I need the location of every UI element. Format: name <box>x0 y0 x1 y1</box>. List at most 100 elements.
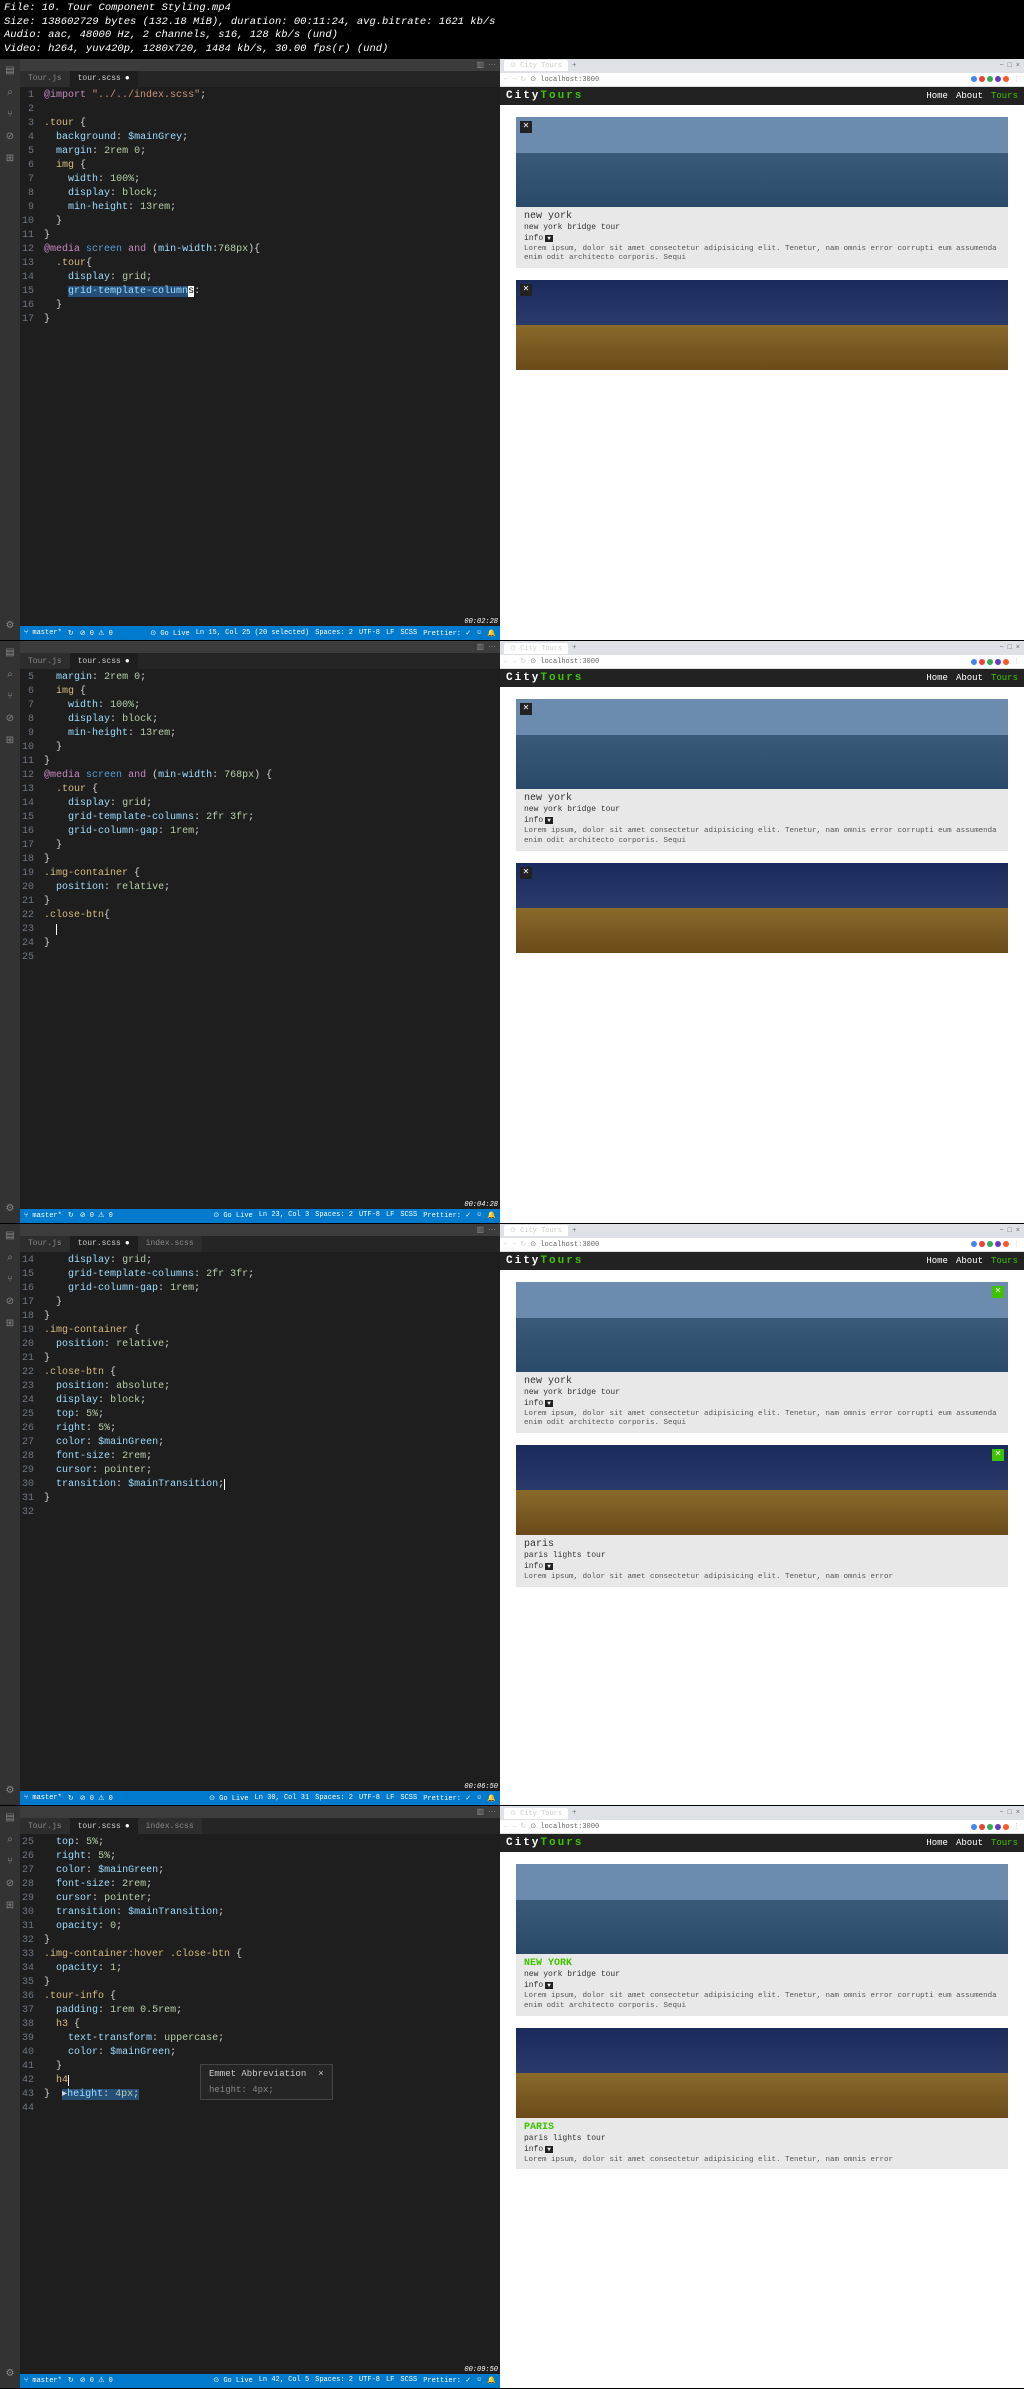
nav-link[interactable]: Home <box>926 673 948 683</box>
git-icon[interactable]: ⑂ <box>4 1856 16 1868</box>
url-bar[interactable]: ⊙ localhost:3000 <box>530 1822 967 1831</box>
bell-icon[interactable]: 🔔 <box>487 1211 496 1220</box>
reload-icon[interactable]: ↻ <box>520 1240 526 1249</box>
feedback-icon[interactable]: ☺ <box>477 1211 481 1220</box>
cursor-pos[interactable]: Ln 15, Col 25 (20 selected) <box>196 629 309 638</box>
url-bar[interactable]: ⊙ localhost:3000 <box>530 1240 967 1249</box>
code-area[interactable]: 5678910111213141516171819202122232425 ma… <box>20 669 500 1209</box>
editor-tab[interactable]: Tour.js <box>20 653 70 669</box>
files-icon[interactable]: ▤ <box>4 65 16 77</box>
maximize-icon[interactable]: □ <box>1008 1809 1012 1817</box>
git-branch[interactable]: ⑂ master* <box>24 1794 62 1802</box>
code-content[interactable]: top: 5%; right: 5%; color: $mainGreen; f… <box>40 1834 500 2374</box>
close-icon[interactable]: × <box>1016 1809 1020 1817</box>
git-branch[interactable]: ⑂ master* <box>24 629 62 637</box>
files-icon[interactable]: ▤ <box>4 1812 16 1824</box>
browser-tab[interactable]: ⊙ City Tours <box>504 643 568 654</box>
nav-link[interactable]: About <box>956 91 983 101</box>
debug-icon[interactable]: ⊘ <box>4 131 16 143</box>
close-icon[interactable]: ✕ <box>520 121 532 133</box>
more-icon[interactable]: ⋯ <box>488 1807 496 1817</box>
extensions-icon[interactable]: ⊞ <box>4 1318 16 1330</box>
bell-icon[interactable]: 🔔 <box>487 629 496 638</box>
new-tab-icon[interactable]: + <box>572 62 576 70</box>
files-icon[interactable]: ▤ <box>4 647 16 659</box>
bell-icon[interactable]: 🔔 <box>487 1794 496 1803</box>
search-icon[interactable]: ⌕ <box>4 87 16 99</box>
editor-tab[interactable]: index.scss <box>138 1236 202 1252</box>
gear-icon[interactable]: ⚙ <box>4 1785 16 1797</box>
close-icon[interactable]: ✕ <box>520 703 532 715</box>
git-icon[interactable]: ⑂ <box>4 691 16 703</box>
nav-link[interactable]: About <box>956 1838 983 1848</box>
code-content[interactable]: margin: 2rem 0; img { width: 100%; displ… <box>40 669 500 1209</box>
code-area[interactable]: 14151617181920212223242526272829303132 d… <box>20 1252 500 1792</box>
close-icon[interactable]: × <box>318 2069 323 2079</box>
nav-link[interactable]: Tours <box>991 1256 1018 1266</box>
split-icon[interactable]: ▥ <box>476 1807 484 1817</box>
back-icon[interactable]: ← <box>504 658 508 666</box>
maximize-icon[interactable]: □ <box>1008 1227 1012 1235</box>
menu-icon[interactable]: ⋮ <box>1013 1822 1020 1831</box>
cursor-pos[interactable]: Ln 30, Col 31 <box>255 1794 310 1803</box>
new-tab-icon[interactable]: + <box>572 644 576 652</box>
menu-icon[interactable]: ⋮ <box>1013 75 1020 84</box>
close-icon[interactable]: ✕ <box>520 867 532 879</box>
gear-icon[interactable]: ⚙ <box>4 620 16 632</box>
debug-icon[interactable]: ⊘ <box>4 1296 16 1308</box>
nav-link[interactable]: Tours <box>991 1838 1018 1848</box>
feedback-icon[interactable]: ☺ <box>477 1794 481 1803</box>
minimize-icon[interactable]: − <box>999 1227 1003 1235</box>
more-icon[interactable]: ⋯ <box>488 642 496 652</box>
close-icon[interactable]: ✕ <box>992 1286 1004 1298</box>
more-icon[interactable]: ⋯ <box>488 1225 496 1235</box>
git-branch[interactable]: ⑂ master* <box>24 1212 62 1220</box>
extensions-icon[interactable]: ⊞ <box>4 1900 16 1912</box>
go-live[interactable]: ⊙ Go Live <box>213 1211 252 1220</box>
gear-icon[interactable]: ⚙ <box>4 2368 16 2380</box>
reload-icon[interactable]: ↻ <box>520 75 526 84</box>
forward-icon[interactable]: → <box>512 1823 516 1831</box>
new-tab-icon[interactable]: + <box>572 1227 576 1235</box>
debug-icon[interactable]: ⊘ <box>4 1878 16 1890</box>
go-live[interactable]: ⊙ Go Live <box>209 1794 248 1803</box>
search-icon[interactable]: ⌕ <box>4 1834 16 1846</box>
nav-link[interactable]: Home <box>926 91 948 101</box>
editor-tab[interactable]: tour.scss ● <box>70 1236 138 1252</box>
back-icon[interactable]: ← <box>504 75 508 83</box>
sync-icon[interactable]: ↻ <box>68 629 74 638</box>
search-icon[interactable]: ⌕ <box>4 669 16 681</box>
info-toggle[interactable]: info▼ <box>524 234 553 243</box>
split-icon[interactable]: ▥ <box>476 642 484 652</box>
info-toggle[interactable]: info▼ <box>524 2145 553 2154</box>
go-live[interactable]: ⊙ Go Live <box>150 629 189 638</box>
more-icon[interactable]: ⋯ <box>488 60 496 70</box>
editor-tab[interactable]: Tour.js <box>20 71 70 87</box>
sync-icon[interactable]: ↻ <box>68 1794 74 1803</box>
close-icon[interactable]: × <box>1016 1227 1020 1235</box>
search-icon[interactable]: ⌕ <box>4 1252 16 1264</box>
close-icon[interactable]: ✕ <box>992 1449 1004 1461</box>
url-bar[interactable]: ⊙ localhost:3000 <box>530 657 967 666</box>
editor-tab[interactable]: Tour.js <box>20 1818 70 1834</box>
code-content[interactable]: display: grid; grid-template-columns: 2f… <box>40 1252 500 1792</box>
cursor-pos[interactable]: Ln 23, Col 3 <box>259 1211 309 1220</box>
url-bar[interactable]: ⊙ localhost:3000 <box>530 75 967 84</box>
sync-icon[interactable]: ↻ <box>68 1211 74 1220</box>
editor-tab[interactable]: tour.scss ● <box>70 71 138 87</box>
back-icon[interactable]: ← <box>504 1823 508 1831</box>
menu-icon[interactable]: ⋮ <box>1013 657 1020 666</box>
editor-tab[interactable]: tour.scss ● <box>70 1818 138 1834</box>
new-tab-icon[interactable]: + <box>572 1809 576 1817</box>
debug-icon[interactable]: ⊘ <box>4 713 16 725</box>
editor-tab[interactable]: index.scss <box>138 1818 202 1834</box>
code-area[interactable]: 1234567891011121314151617 @import "../..… <box>20 87 500 627</box>
nav-link[interactable]: About <box>956 673 983 683</box>
nav-link[interactable]: Home <box>926 1838 948 1848</box>
close-icon[interactable]: ✕ <box>520 284 532 296</box>
info-toggle[interactable]: info▼ <box>524 1981 553 1990</box>
menu-icon[interactable]: ⋮ <box>1013 1240 1020 1249</box>
info-toggle[interactable]: info▼ <box>524 816 553 825</box>
forward-icon[interactable]: → <box>512 658 516 666</box>
split-icon[interactable]: ▥ <box>476 1225 484 1235</box>
